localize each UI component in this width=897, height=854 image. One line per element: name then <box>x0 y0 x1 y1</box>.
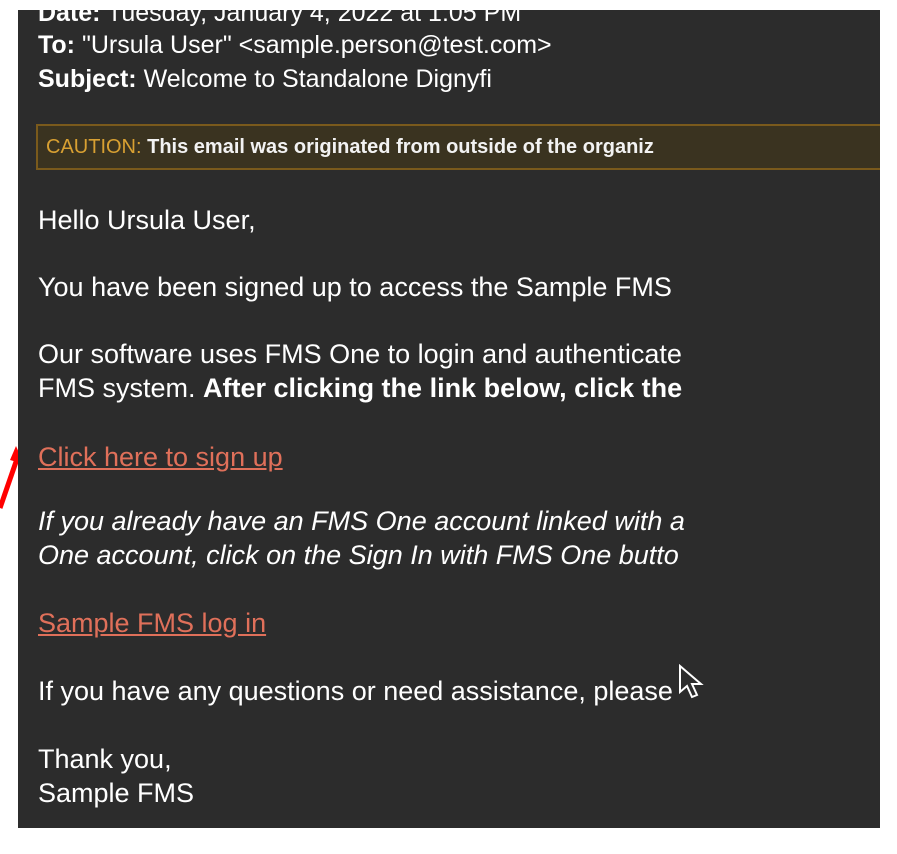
caution-banner: CAUTION: This email was originated from … <box>36 124 880 170</box>
subject-label: Subject: <box>38 65 137 93</box>
software-line-2: FMS system. After clicking the link belo… <box>38 371 682 405</box>
signature-line: Sample FMS <box>38 778 195 808</box>
thanks-line: Thank you, <box>38 744 172 774</box>
date-header: Date: Tuesday, January 4, 2022 at 1:05 P… <box>38 10 521 28</box>
signup-link[interactable]: Click here to sign up <box>38 440 283 474</box>
caution-text: This email was originated from outside o… <box>147 136 654 158</box>
software-line-2-bold: After clicking the link below, click the <box>203 373 683 403</box>
existing-account-line-1: If you already have an FMS One account l… <box>38 506 685 536</box>
date-label: Date: <box>38 10 101 27</box>
software-line-1: Our software uses FMS One to login and a… <box>38 339 682 369</box>
subject-value: Welcome to Standalone Dignyfi <box>143 65 492 93</box>
subject-header: Subject: Welcome to Standalone Dignyfi <box>38 64 492 94</box>
questions-line: If you have any questions or need assist… <box>38 676 673 706</box>
mouse-cursor-icon <box>679 664 704 699</box>
email-message-panel: Date: Tuesday, January 4, 2022 at 1:05 P… <box>18 10 880 828</box>
existing-account-line-2: One account, click on the Sign In with F… <box>38 540 679 570</box>
login-link[interactable]: Sample FMS log in <box>38 606 266 640</box>
to-label: To: <box>38 31 76 59</box>
to-value[interactable]: "Ursula User" <sample.person@test.com> <box>82 31 552 59</box>
caution-label: CAUTION: <box>46 136 142 158</box>
to-header: To: "Ursula User" <sample.person@test.co… <box>38 30 552 60</box>
signed-up-line: You have been signed up to access the Sa… <box>38 272 672 302</box>
software-line-2-plain: FMS system. <box>38 373 204 403</box>
date-value: Tuesday, January 4, 2022 at 1:05 PM <box>107 10 522 27</box>
greeting: Hello Ursula User, <box>38 205 256 235</box>
